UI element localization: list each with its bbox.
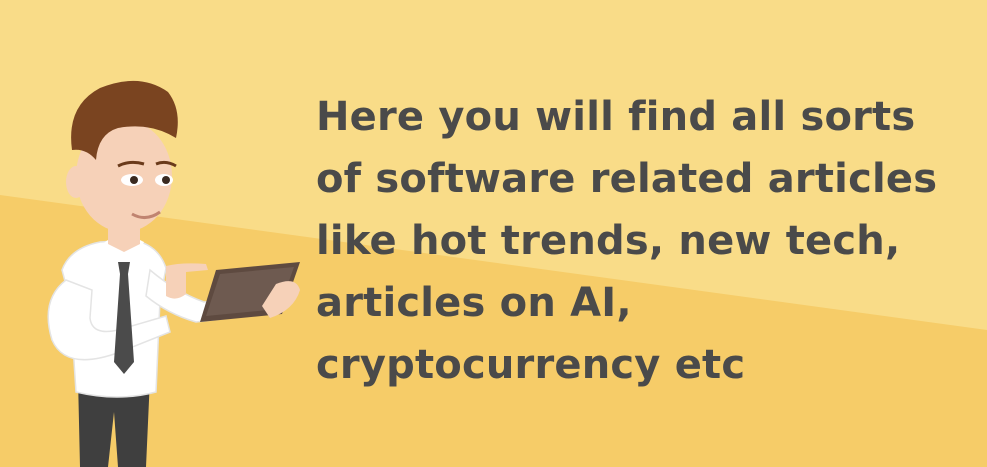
- headline-line-1: Here you will find all sorts: [316, 94, 916, 140]
- hero-banner: Here you will find all sorts of software…: [0, 0, 987, 467]
- headline-line-4: articles on AI,: [316, 280, 632, 326]
- headline-line-5: cryptocurrency etc: [316, 342, 746, 388]
- man-with-tablet-icon: [47, 80, 300, 467]
- head: [66, 80, 178, 232]
- headline-line-2: of software related articles: [316, 156, 938, 202]
- headline: Here you will find all sorts of software…: [316, 86, 976, 396]
- headline-line-3: like hot trends, new tech,: [316, 218, 901, 264]
